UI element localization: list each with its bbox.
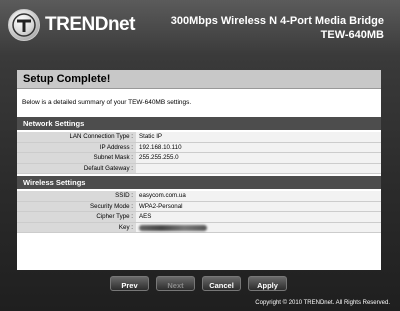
content-panel: Setup Complete! Below is a detailed summ… [17, 70, 381, 270]
row-value [136, 222, 381, 232]
table-row: Cipher Type : AES [17, 212, 381, 223]
row-label: Security Mode : [17, 201, 136, 211]
row-label: LAN Connection Type : [17, 132, 136, 142]
table-row: LAN Connection Type : Static IP [17, 132, 381, 143]
product-name: 300Mbps Wireless N 4-Port Media Bridge [170, 15, 384, 27]
row-label: Subnet Mask : [17, 153, 136, 163]
header: TRENDnet 300Mbps Wireless N 4-Port Media… [0, 0, 400, 52]
network-settings-heading: Network Settings [17, 117, 381, 130]
table-row: SSID : easycom.com.ua [17, 191, 381, 202]
row-value: AES [136, 212, 381, 222]
network-settings-table: LAN Connection Type : Static IP IP Addre… [17, 130, 381, 176]
brand-name: TRENDnet [45, 14, 135, 35]
next-button[interactable]: Next [156, 276, 195, 291]
table-row: Security Mode : WPA2-Personal [17, 201, 381, 212]
row-value [136, 163, 381, 173]
trendnet-logo-icon [8, 9, 40, 41]
apply-button[interactable]: Apply [248, 276, 287, 291]
table-row: Key : [17, 222, 381, 233]
table-row: IP Address : 192.168.10.110 [17, 142, 381, 153]
row-value: WPA2-Personal [136, 201, 381, 211]
row-label: IP Address : [17, 142, 136, 152]
row-label: Cipher Type : [17, 212, 136, 222]
key-redacted [139, 224, 207, 231]
table-row: Subnet Mask : 255.255.255.0 [17, 153, 381, 164]
wireless-settings-table: SSID : easycom.com.ua Security Mode : WP… [17, 189, 381, 235]
button-bar: Prev Next Cancel Apply [110, 276, 287, 291]
cancel-button[interactable]: Cancel [202, 276, 241, 291]
copyright-text: Copyright © 2010 TRENDnet. All Rights Re… [255, 300, 390, 306]
wireless-settings-heading: Wireless Settings [17, 176, 381, 189]
summary-text: Below is a detailed summary of your TEW-… [22, 99, 192, 106]
row-label: SSID : [17, 191, 136, 201]
row-value: Static IP [136, 132, 381, 142]
row-label: Key : [17, 222, 136, 232]
row-value: easycom.com.ua [136, 191, 381, 201]
logo: TRENDnet [8, 8, 135, 42]
table-row: Default Gateway : [17, 163, 381, 174]
product-info: 300Mbps Wireless N 4-Port Media Bridge T… [171, 14, 384, 42]
row-value: 255.255.255.0 [136, 153, 381, 163]
prev-button[interactable]: Prev [110, 276, 149, 291]
row-value: 192.168.10.110 [136, 142, 381, 152]
row-label: Default Gateway : [17, 163, 136, 173]
page-title: Setup Complete! [17, 70, 381, 89]
product-model: TEW-640MB [320, 29, 384, 41]
